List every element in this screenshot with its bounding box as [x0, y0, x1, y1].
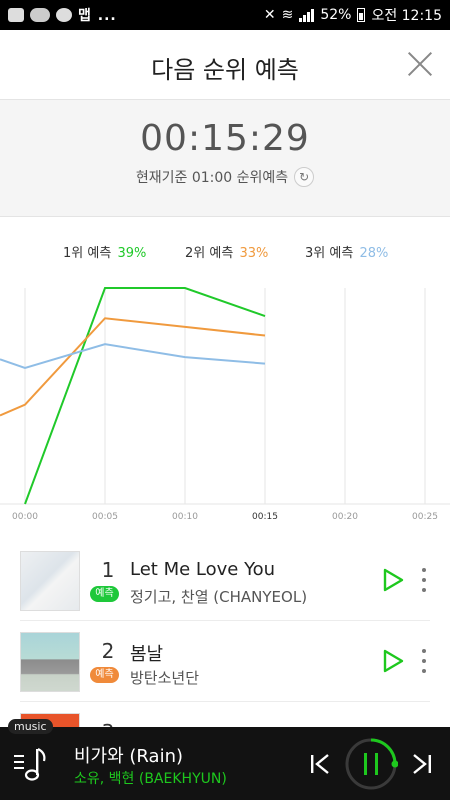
- close-icon[interactable]: [404, 48, 436, 80]
- prediction-badge: 예측: [90, 667, 119, 683]
- battery-icon: [357, 8, 366, 22]
- countdown-panel: 00:15:29 현재기준 01:00 순위예측 ↻: [0, 100, 450, 217]
- play-icon[interactable]: [382, 568, 404, 592]
- player-song-title: 비가와 (Rain): [74, 746, 183, 767]
- legend-item-rank3: 3위 예측 28%: [305, 242, 388, 261]
- status-bar: 맵 ... ✕ ≋ 52% 오전 12:15: [0, 0, 450, 30]
- page-title: 다음 순위 예측: [151, 56, 299, 84]
- header: 다음 순위 예측: [0, 30, 450, 100]
- song-artist: 방탄소년단: [130, 669, 200, 687]
- wifi-icon: ≋: [281, 7, 294, 23]
- legend-item-rank1: 1위 예측 39%: [63, 242, 146, 261]
- legend-label: 3위 예측: [305, 246, 354, 261]
- mini-player[interactable]: music 비가와 (Rain) 소유, 백현 (BAEKHYUN): [0, 719, 450, 800]
- legend-pct: 33%: [239, 246, 269, 261]
- pause-icon[interactable]: [344, 737, 398, 791]
- chart-series-line: [24, 287, 266, 505]
- song-rank: 1: [101, 558, 115, 582]
- mute-icon: ✕: [263, 7, 276, 23]
- status-left: 맵 ...: [8, 5, 117, 25]
- more-options-icon[interactable]: [418, 566, 430, 594]
- legend-pct: 39%: [117, 246, 147, 261]
- chart-series-line: [0, 317, 266, 417]
- status-left-text: 맵 ...: [78, 8, 117, 24]
- chart-tick-label: 00:25: [412, 512, 438, 522]
- legend-item-rank2: 2위 예측 33%: [185, 242, 268, 261]
- prediction-badge: 예측: [90, 586, 119, 602]
- chart-tick-label: 00:20: [332, 512, 358, 522]
- app-notification-icon: [8, 8, 24, 22]
- chart-tick-label: 00:15: [252, 512, 278, 522]
- signal-icon: [299, 8, 315, 22]
- more-options-icon[interactable]: [418, 647, 430, 675]
- legend-pct: 28%: [359, 246, 389, 261]
- album-art: [20, 632, 80, 692]
- battery-percent: 52%: [320, 7, 352, 23]
- countdown-time: 00:15:29: [140, 118, 310, 159]
- next-track-icon[interactable]: [410, 751, 434, 777]
- countdown-subtitle: 현재기준 01:00 순위예측: [135, 170, 289, 186]
- legend-label: 1위 예측: [63, 246, 112, 261]
- list-item[interactable]: 1 예측 Let Me Love You 정기고, 찬열 (CHANYEOL): [20, 540, 430, 621]
- chart-tick-label: 00:10: [172, 512, 198, 522]
- song-title: Let Me Love You: [130, 559, 276, 580]
- chart-series-line: [0, 343, 266, 369]
- song-rank: 2: [101, 639, 115, 663]
- music-notification-icon: [56, 8, 72, 22]
- play-icon[interactable]: [382, 649, 404, 673]
- status-right: ✕ ≋ 52% 오전 12:15: [264, 5, 442, 25]
- status-time: 오전 12:15: [371, 8, 442, 24]
- player-song-artist: 소유, 백현 (BAEKHYUN): [74, 771, 227, 787]
- screen: 맵 ... ✕ ≋ 52% 오전 12:15 다음 순위 예측 00:15:29…: [0, 0, 450, 800]
- song-artist: 정기고, 찬열 (CHANYEOL): [130, 588, 308, 606]
- rank-prediction-chart: 00:00 00:05 00:10 00:15 00:20 00:25: [0, 287, 450, 522]
- music-tag: music: [8, 719, 53, 734]
- countdown-subtitle-row: 현재기준 01:00 순위예측 ↻: [0, 167, 450, 187]
- album-art: [20, 551, 80, 611]
- song-title: 봄날: [130, 644, 164, 665]
- chart-tick-label: 00:00: [12, 512, 38, 522]
- legend-label: 2위 예측: [185, 246, 234, 261]
- chart-tick-label: 00:05: [92, 512, 118, 522]
- playlist-music-note-icon[interactable]: [12, 743, 52, 783]
- chart-legend: 1위 예측 39% 2위 예측 33% 3위 예측 28%: [0, 238, 450, 262]
- previous-track-icon[interactable]: [308, 751, 332, 777]
- refresh-icon[interactable]: ↻: [294, 167, 315, 187]
- talk-notification-icon: [30, 8, 50, 22]
- list-item[interactable]: 2 예측 봄날 방탄소년단: [20, 621, 430, 702]
